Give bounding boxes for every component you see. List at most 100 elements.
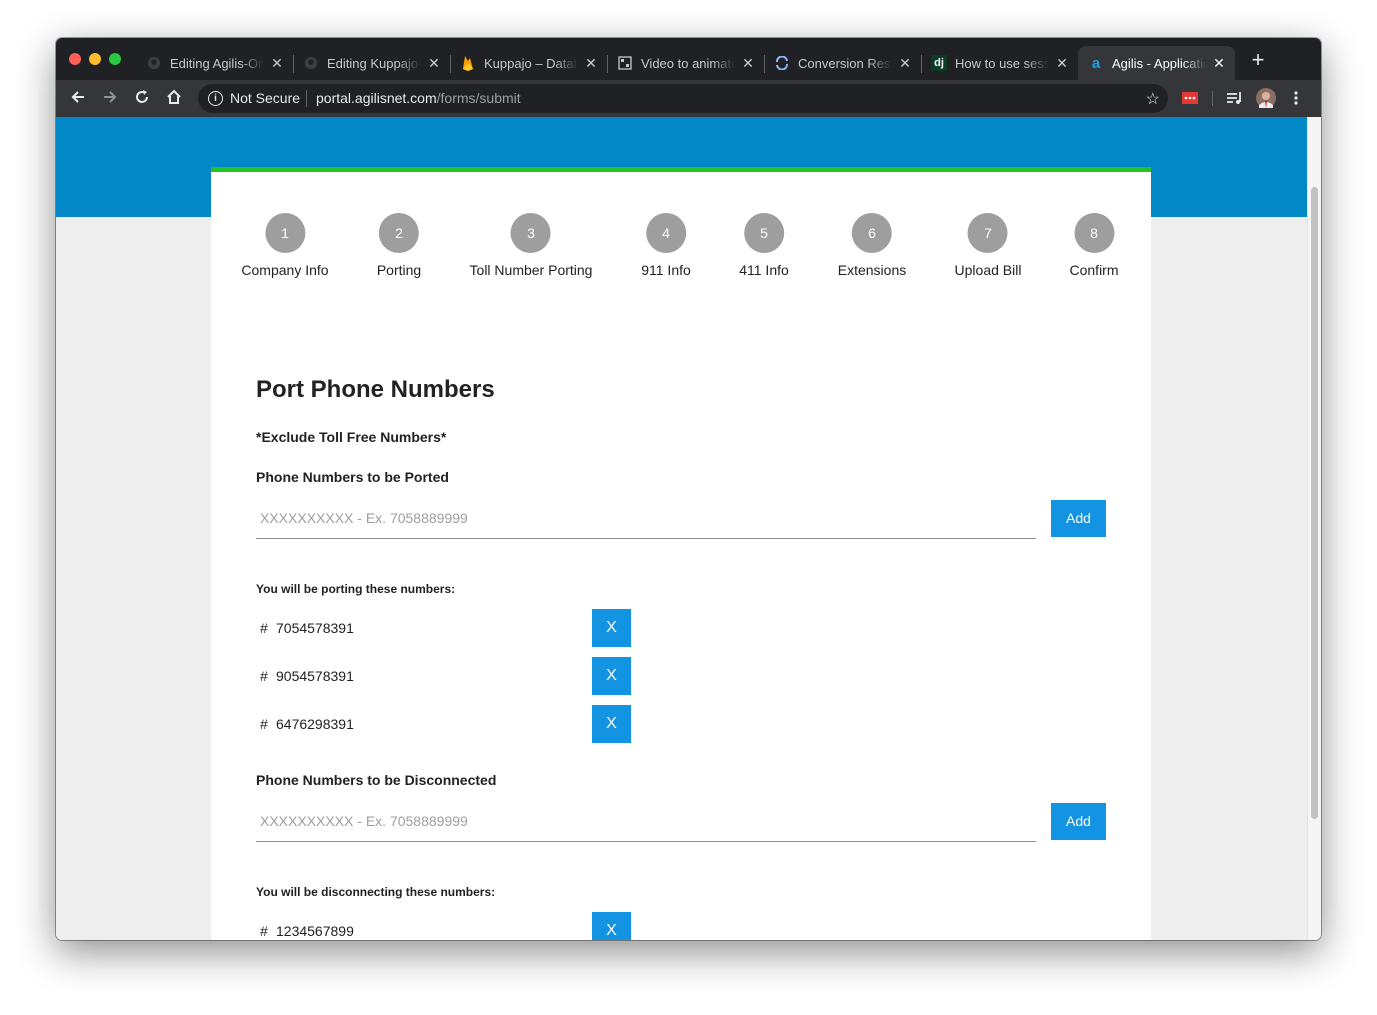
remove-number-button[interactable]: X bbox=[592, 657, 631, 695]
home-button[interactable] bbox=[164, 88, 184, 108]
convert-icon bbox=[774, 55, 790, 71]
browser-tab[interactable]: Kuppajo – Database ✕ bbox=[450, 46, 608, 80]
phone-number: 9054578391 bbox=[276, 668, 354, 684]
step-label: Company Info bbox=[241, 262, 329, 278]
forward-button[interactable] bbox=[100, 88, 120, 108]
browser-tab[interactable]: Conversion Results ✕ bbox=[764, 46, 922, 80]
close-tab-icon[interactable]: ✕ bbox=[583, 55, 599, 71]
form-card: 1 Company Info 2 Porting 3 Toll Number P… bbox=[211, 167, 1151, 940]
agilis-icon: a bbox=[1091, 54, 1101, 72]
step-number: 8 bbox=[1073, 213, 1114, 253]
phone-number: 6476298391 bbox=[276, 716, 354, 732]
phone-number: 1234567899 bbox=[276, 923, 354, 939]
browser-tab[interactable]: Video to animated GIF ✕ bbox=[607, 46, 765, 80]
step-411-info[interactable]: 5 411 Info bbox=[739, 213, 789, 278]
step-number: 1 bbox=[264, 213, 305, 253]
browser-toolbar: i Not Secure portal.agilisnet.com/forms/… bbox=[56, 80, 1321, 117]
browser-tab[interactable]: Editing Kuppajo-Readme ✕ bbox=[293, 46, 451, 80]
step-label: Extensions bbox=[837, 262, 907, 278]
ported-number-input[interactable] bbox=[256, 500, 1036, 536]
bookmark-star-icon[interactable]: ☆ bbox=[1146, 89, 1160, 109]
close-tab-icon[interactable]: ✕ bbox=[269, 55, 285, 71]
step-number: 2 bbox=[378, 213, 419, 253]
phone-number: 7054578391 bbox=[276, 620, 354, 636]
add-ported-button[interactable]: Add bbox=[1051, 500, 1106, 537]
step-confirm[interactable]: 8 Confirm bbox=[1069, 213, 1119, 278]
arrow-right-icon bbox=[104, 91, 117, 103]
minimize-window-button[interactable] bbox=[89, 53, 101, 65]
github-icon bbox=[303, 55, 319, 71]
step-label: Upload Bill bbox=[954, 262, 1022, 278]
back-button[interactable] bbox=[68, 88, 88, 108]
tab-title: Editing Kuppajo-Readme bbox=[327, 55, 421, 71]
extension-icon[interactable] bbox=[1181, 88, 1199, 108]
scrollbar-thumb[interactable] bbox=[1311, 187, 1318, 819]
remove-number-button[interactable]: X bbox=[592, 705, 631, 743]
step-porting[interactable]: 2 Porting bbox=[377, 213, 421, 278]
toolbar-divider bbox=[1212, 91, 1213, 106]
step-number: 4 bbox=[646, 213, 686, 253]
browser-tab-active[interactable]: a Agilis - Application ✕ bbox=[1078, 46, 1235, 80]
disconnected-number-input[interactable] bbox=[256, 803, 1036, 839]
close-window-button[interactable] bbox=[69, 53, 81, 65]
porting-list-label: You will be porting these numbers: bbox=[256, 582, 456, 596]
step-company-info[interactable]: 1 Company Info bbox=[241, 213, 329, 278]
maximize-window-button[interactable] bbox=[109, 53, 121, 65]
close-tab-icon[interactable]: ✕ bbox=[426, 55, 442, 71]
tab-title: How to use sessions bbox=[955, 55, 1049, 71]
hash-symbol: # bbox=[260, 716, 268, 732]
info-icon[interactable]: i bbox=[208, 91, 223, 106]
step-number: 6 bbox=[851, 213, 892, 253]
hash-symbol: # bbox=[260, 668, 268, 684]
url-text[interactable]: portal.agilisnet.com/forms/submit bbox=[316, 90, 521, 106]
browser-tab[interactable]: Editing Agilis-Onboarding ✕ bbox=[136, 46, 294, 80]
disconnected-number-field bbox=[256, 803, 1036, 842]
step-number: 7 bbox=[968, 213, 1008, 253]
tab-title: Agilis - Application bbox=[1112, 55, 1206, 71]
page-title: Port Phone Numbers bbox=[256, 376, 495, 403]
step-extensions[interactable]: 6 Extensions bbox=[838, 213, 906, 278]
step-number: 5 bbox=[744, 213, 784, 253]
hash-symbol: # bbox=[260, 923, 268, 939]
close-tab-icon[interactable]: ✕ bbox=[897, 55, 913, 71]
django-icon: dj bbox=[931, 55, 947, 71]
remove-number-button[interactable]: X bbox=[592, 609, 631, 647]
step-911-info[interactable]: 4 911 Info bbox=[641, 213, 691, 278]
arrow-left-icon bbox=[71, 91, 84, 103]
github-icon bbox=[146, 55, 162, 71]
reload-button[interactable] bbox=[132, 88, 152, 108]
url-path: /forms/submit bbox=[436, 90, 521, 106]
step-upload-bill[interactable]: 7 Upload Bill bbox=[954, 213, 1022, 278]
page-viewport: 1 Company Info 2 Porting 3 Toll Number P… bbox=[56, 117, 1307, 940]
home-icon bbox=[167, 89, 181, 104]
disconnected-section-label: Phone Numbers to be Disconnected bbox=[256, 772, 497, 788]
new-tab-button[interactable]: + bbox=[1248, 49, 1268, 71]
url-host: portal.agilisnet.com bbox=[316, 90, 437, 106]
browser-tab[interactable]: dj How to use sessions ✕ bbox=[921, 46, 1078, 80]
avatar[interactable] bbox=[1256, 88, 1276, 108]
tab-title: Editing Agilis-Onboarding bbox=[170, 55, 264, 71]
remove-number-button[interactable]: X bbox=[592, 912, 631, 940]
step-label: Porting bbox=[376, 262, 422, 278]
firebase-icon bbox=[460, 55, 476, 71]
close-tab-icon[interactable]: ✕ bbox=[1054, 55, 1070, 71]
ported-section-label: Phone Numbers to be Ported bbox=[256, 469, 449, 485]
address-bar[interactable]: i Not Secure portal.agilisnet.com/forms/… bbox=[198, 84, 1168, 113]
security-label: Not Secure bbox=[230, 90, 301, 106]
add-disconnected-button[interactable]: Add bbox=[1051, 803, 1106, 840]
more-menu-icon[interactable] bbox=[1293, 88, 1299, 108]
tab-title: Conversion Results bbox=[798, 55, 892, 71]
tab-strip: Editing Agilis-Onboarding ✕ Editing Kupp… bbox=[56, 38, 1321, 80]
close-tab-icon[interactable]: ✕ bbox=[1211, 55, 1227, 71]
step-label: Confirm bbox=[1069, 262, 1119, 278]
media-queue-icon[interactable] bbox=[1225, 88, 1243, 108]
step-toll-number-porting[interactable]: 3 Toll Number Porting bbox=[469, 213, 593, 278]
step-label: 911 Info bbox=[641, 262, 691, 278]
close-tab-icon[interactable]: ✕ bbox=[740, 55, 756, 71]
gif-icon bbox=[617, 55, 633, 71]
browser-window: Editing Agilis-Onboarding ✕ Editing Kupp… bbox=[56, 38, 1321, 940]
tab-title: Kuppajo – Database bbox=[484, 55, 578, 71]
tab-title: Video to animated GIF bbox=[641, 55, 735, 71]
page-scrollbar[interactable] bbox=[1307, 117, 1321, 940]
step-label: Toll Number Porting bbox=[469, 262, 593, 278]
